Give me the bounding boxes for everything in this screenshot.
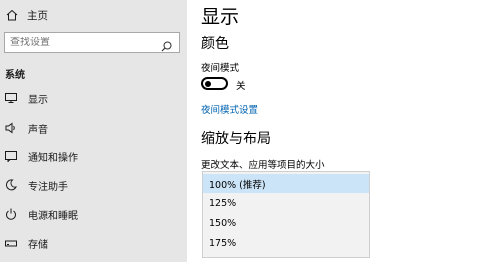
sidebar-item-label: 专注助手 [28,181,68,193]
sidebar-item-label: 声音 [28,124,48,136]
sidebar-section-label: 系统 [5,70,25,81]
monitor-icon [5,92,17,104]
sidebar-home[interactable]: 主页 [6,6,48,24]
moon-icon [5,179,17,191]
color-heading: 颜色 [201,36,229,52]
speaker-icon [5,122,17,134]
sidebar-item-display[interactable]: 显示 [0,85,187,111]
page-title: 显示 [201,6,240,28]
search-box[interactable] [4,32,180,53]
night-light-settings-link[interactable]: 夜间模式设置 [201,102,258,116]
main-content: 显示 颜色 夜间模式 关 夜间模式设置 缩放与布局 更改文本、应用等项目的大小 … [187,0,500,262]
power-icon [5,208,17,220]
toggle-knob [205,80,211,87]
scale-option-100[interactable]: 100% (推荐) [203,174,369,193]
home-icon [6,9,18,21]
night-light-toggle[interactable] [201,77,228,90]
sidebar-item-label: 存储 [28,239,48,251]
sidebar-item-label: 显示 [28,94,48,106]
sidebar-item-label: 通知和操作 [28,152,78,164]
sidebar-item-notifications[interactable]: 通知和操作 [0,143,187,169]
search-input[interactable] [10,37,160,48]
storage-icon [5,237,17,249]
sidebar-item-label: 电源和睡眠 [28,210,78,222]
sidebar: 主页 系统 显示 声音 通知和操作 专注助手 电源和睡眠 [0,0,187,262]
night-light-label: 夜间模式 [201,63,240,74]
scale-dropdown-list[interactable]: 100% (推荐) 125% 150% 175% [202,171,370,258]
sidebar-item-focus-assist[interactable]: 专注助手 [0,172,187,198]
sidebar-item-sound[interactable]: 声音 [0,115,187,141]
search-icon[interactable] [161,37,172,52]
scale-label: 更改文本、应用等项目的大小 [201,160,325,171]
sidebar-item-power[interactable]: 电源和睡眠 [0,201,187,227]
notification-icon [5,150,17,162]
scale-layout-heading: 缩放与布局 [201,131,271,147]
sidebar-item-storage[interactable]: 存储 [0,230,187,256]
scale-option-175[interactable]: 175% [203,234,369,253]
night-light-state: 关 [236,81,246,92]
sidebar-home-label: 主页 [27,9,48,22]
scale-option-150[interactable]: 150% [203,214,369,233]
scale-option-125[interactable]: 125% [203,194,369,213]
